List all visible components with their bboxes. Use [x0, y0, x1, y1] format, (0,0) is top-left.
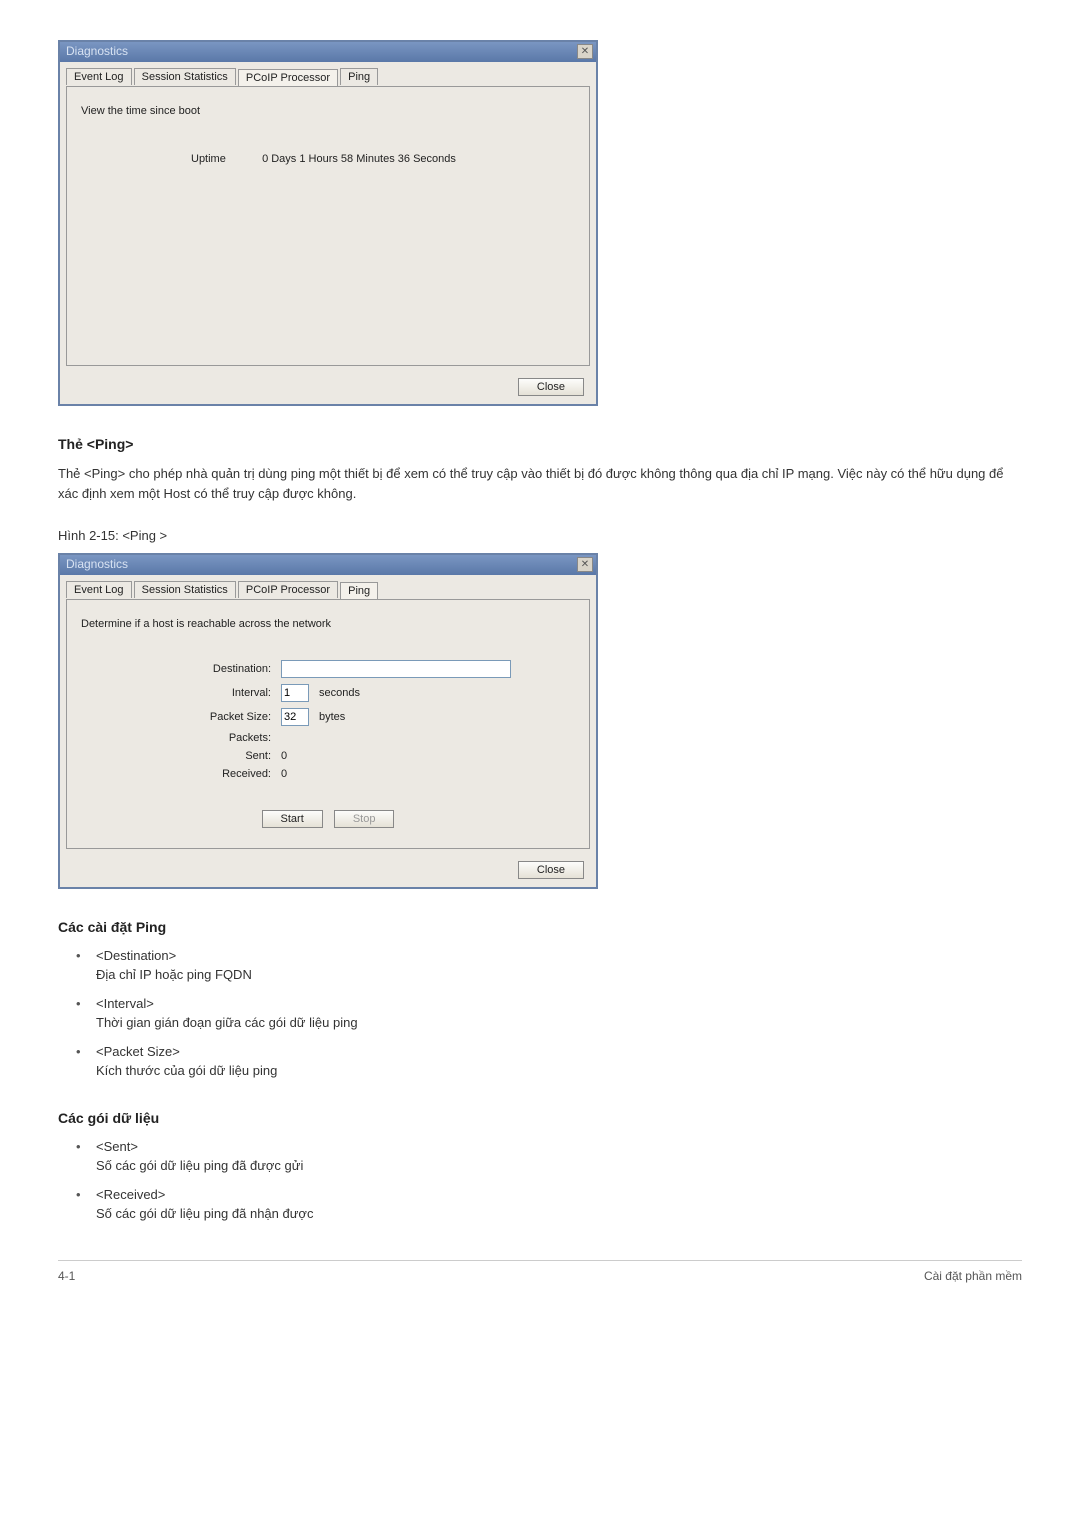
packet-size-unit: bytes [319, 711, 345, 723]
definition: Số các gói dữ liệu ping đã nhận được [96, 1205, 1022, 1224]
uptime-label: Uptime [191, 153, 239, 165]
definition: Thời gian gián đoạn giữa các gói dữ liệu… [96, 1014, 1022, 1033]
uptime-value: 0 Days 1 Hours 58 Minutes 36 Seconds [262, 153, 456, 165]
row-interval: Interval: seconds [81, 684, 575, 702]
tab-row: Event Log Session Statistics PCoIP Proce… [60, 62, 596, 86]
label-interval: Interval: [81, 687, 281, 699]
packet-size-input[interactable] [281, 708, 309, 726]
tab-pcoip-processor[interactable]: PCoIP Processor [238, 581, 338, 598]
sent-value: 0 [281, 750, 287, 762]
tab-ping[interactable]: Ping [340, 68, 378, 85]
definition: Kích thước của gói dữ liệu ping [96, 1062, 1022, 1081]
dialog-titlebar: Diagnostics ✕ [60, 42, 596, 62]
paragraph-ping-desc: Thẻ <Ping> cho phép nhà quản trị dùng pi… [58, 464, 1022, 504]
row-packet-size: Packet Size: bytes [81, 708, 575, 726]
definition: Số các gói dữ liệu ping đã được gửi [96, 1157, 1022, 1176]
list-item: <Sent> Số các gói dữ liệu ping đã được g… [76, 1138, 1022, 1176]
list-item: <Packet Size> Kích thước của gói dữ liệu… [76, 1043, 1022, 1081]
footer-right: Cài đặt phần mềm [924, 1269, 1022, 1283]
tab-row: Event Log Session Statistics PCoIP Proce… [60, 575, 596, 599]
ping-button-bar: Start Stop [81, 810, 575, 828]
dialog-bottom-bar: Close [60, 855, 596, 887]
row-destination: Destination: [81, 660, 575, 678]
label-packet-size: Packet Size: [81, 711, 281, 723]
tab-session-statistics[interactable]: Session Statistics [134, 581, 236, 598]
footer-left: 4-1 [58, 1269, 75, 1283]
tab-session-statistics[interactable]: Session Statistics [134, 68, 236, 85]
label-packets: Packets: [81, 732, 281, 744]
received-value: 0 [281, 768, 287, 780]
dialog-title: Diagnostics [66, 557, 128, 571]
tab-event-log[interactable]: Event Log [66, 68, 132, 85]
row-sent: Sent: 0 [81, 750, 575, 762]
term: <Interval> [96, 995, 1022, 1014]
list-item: <Received> Số các gói dữ liệu ping đã nh… [76, 1186, 1022, 1224]
uptime-row: Uptime 0 Days 1 Hours 58 Minutes 36 Seco… [191, 153, 575, 165]
page-footer: 4-1 Cài đặt phần mềm [58, 1260, 1022, 1283]
definition: Địa chỉ IP hoặc ping FQDN [96, 966, 1022, 985]
tab-pcoip-processor[interactable]: PCoIP Processor [238, 69, 338, 87]
diagnostics-dialog-ping: Diagnostics ✕ Event Log Session Statisti… [58, 553, 598, 889]
close-button[interactable]: Close [518, 378, 584, 396]
term: <Destination> [96, 947, 1022, 966]
term: <Received> [96, 1186, 1022, 1205]
dialog-title: Diagnostics [66, 44, 128, 58]
close-button[interactable]: Close [518, 861, 584, 879]
term: <Sent> [96, 1138, 1022, 1157]
diagnostics-dialog-processor: Diagnostics ✕ Event Log Session Statisti… [58, 40, 598, 406]
label-sent: Sent: [81, 750, 281, 762]
list-item: <Interval> Thời gian gián đoạn giữa các … [76, 995, 1022, 1033]
tab-description: Determine if a host is reachable across … [81, 618, 575, 630]
heading-packets: Các gói dữ liệu [58, 1110, 1022, 1126]
tab-description: View the time since boot [81, 105, 575, 117]
tab-event-log[interactable]: Event Log [66, 581, 132, 598]
packets-list: <Sent> Số các gói dữ liệu ping đã được g… [76, 1138, 1022, 1223]
heading-ping-settings: Các cài đặt Ping [58, 919, 1022, 935]
row-packets-header: Packets: [81, 732, 575, 744]
figure-caption: Hình 2-15: <Ping > [58, 528, 1022, 543]
interval-input[interactable] [281, 684, 309, 702]
dialog-bottom-bar: Close [60, 372, 596, 404]
list-item: <Destination> Địa chỉ IP hoặc ping FQDN [76, 947, 1022, 985]
stop-button[interactable]: Stop [334, 810, 395, 828]
label-received: Received: [81, 768, 281, 780]
term: <Packet Size> [96, 1043, 1022, 1062]
close-icon[interactable]: ✕ [577, 44, 593, 59]
dialog-titlebar: Diagnostics ✕ [60, 555, 596, 575]
start-button[interactable]: Start [262, 810, 323, 828]
tab-ping[interactable]: Ping [340, 582, 378, 600]
destination-input[interactable] [281, 660, 511, 678]
tab-content-ping: Determine if a host is reachable across … [66, 599, 590, 849]
ping-settings-list: <Destination> Địa chỉ IP hoặc ping FQDN … [76, 947, 1022, 1080]
close-icon[interactable]: ✕ [577, 557, 593, 572]
label-destination: Destination: [81, 663, 281, 675]
row-received: Received: 0 [81, 768, 575, 780]
interval-unit: seconds [319, 687, 360, 699]
tab-content-processor: View the time since boot Uptime 0 Days 1… [66, 86, 590, 366]
heading-the-ping: Thẻ <Ping> [58, 436, 1022, 452]
